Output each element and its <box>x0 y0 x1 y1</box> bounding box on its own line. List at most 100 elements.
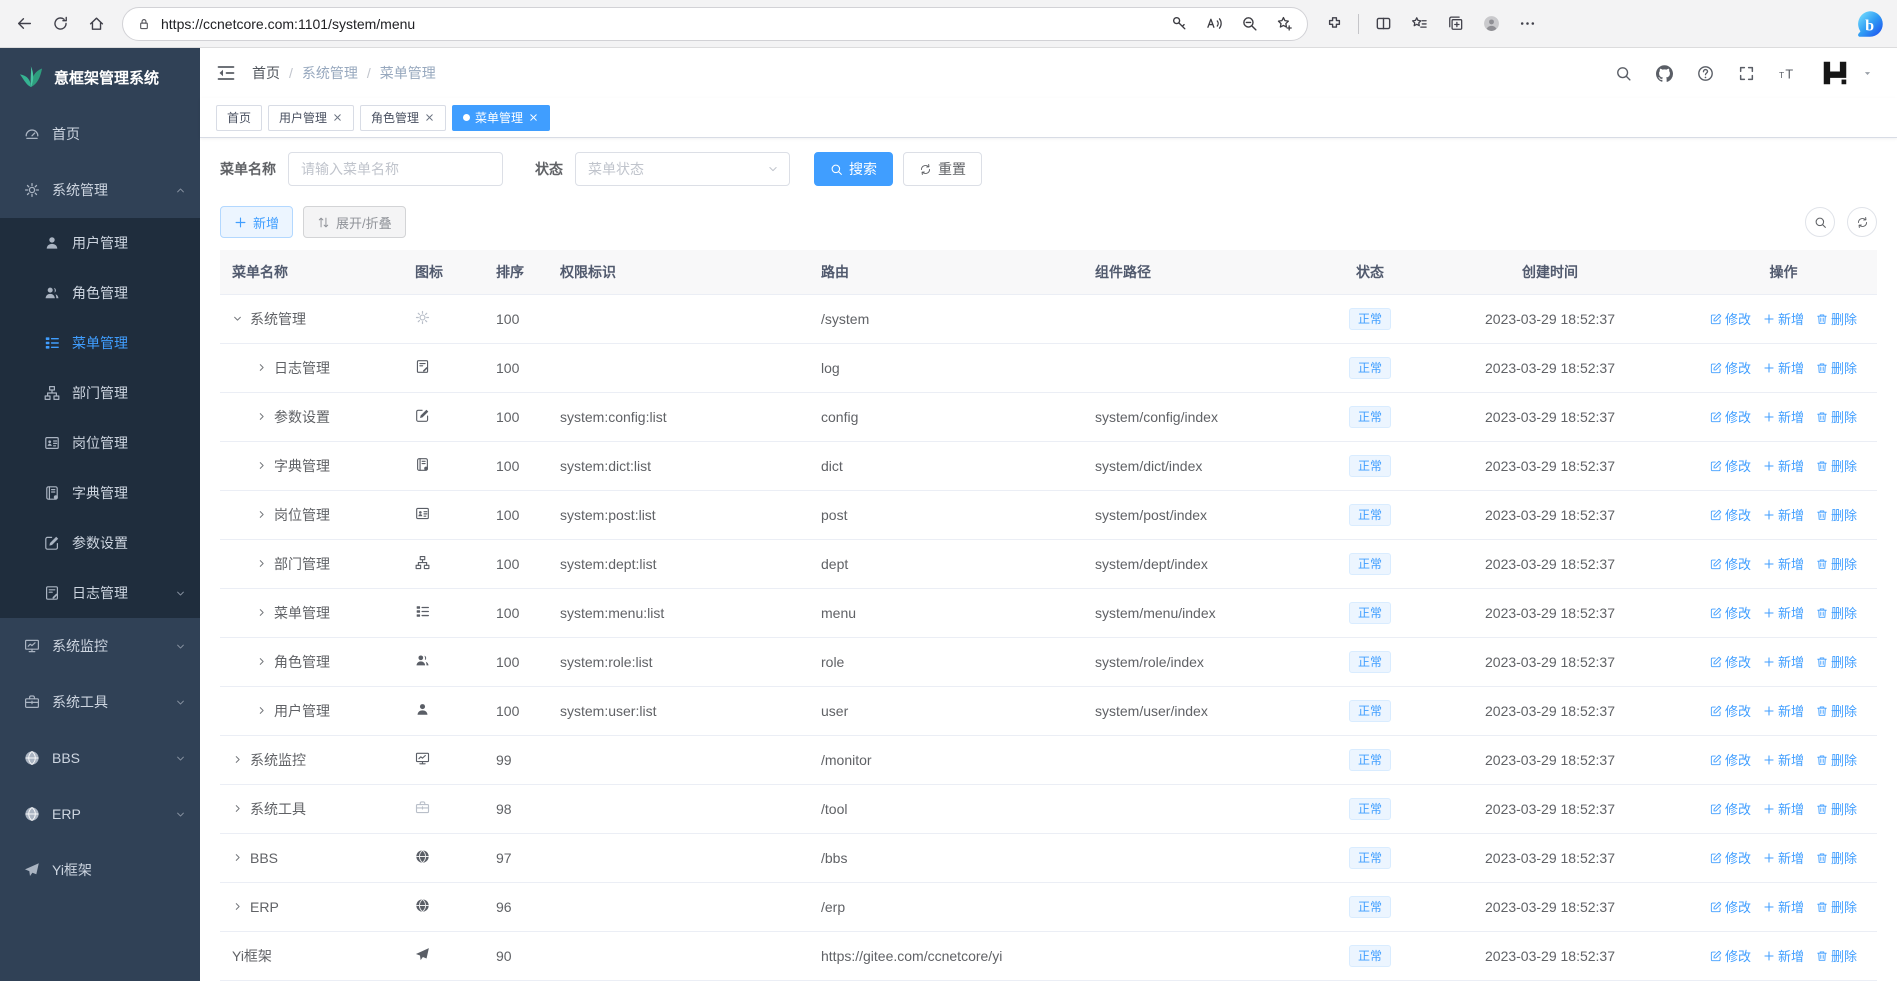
expand-arrow-right[interactable] <box>256 460 267 471</box>
row-delete-link[interactable]: 删除 <box>1816 652 1857 671</box>
row-edit-link[interactable]: 修改 <box>1710 848 1751 867</box>
row-edit-link[interactable]: 修改 <box>1710 897 1751 916</box>
reset-button[interactable]: 重置 <box>903 152 982 186</box>
expand-arrow-right[interactable] <box>232 901 243 912</box>
sidebar-item-bbs[interactable]: BBS <box>0 730 200 786</box>
row-delete-link[interactable]: 删除 <box>1816 897 1857 916</box>
tab-menu-admin[interactable]: 菜单管理 <box>452 104 551 131</box>
row-delete-link[interactable]: 删除 <box>1816 750 1857 769</box>
sidebar-item-post-admin[interactable]: 岗位管理 <box>0 418 200 468</box>
expand-collapse-arrow-down[interactable] <box>232 313 243 324</box>
row-add-link[interactable]: 新增 <box>1763 456 1804 475</box>
row-edit-link[interactable]: 修改 <box>1710 652 1751 671</box>
header-search-icon[interactable] <box>1615 65 1632 82</box>
expand-arrow-right[interactable] <box>256 411 267 422</box>
breadcrumb-item[interactable]: 首页 <box>252 63 280 83</box>
row-add-link[interactable]: 新增 <box>1763 407 1804 426</box>
row-edit-link[interactable]: 修改 <box>1710 505 1751 524</box>
row-add-link[interactable]: 新增 <box>1763 848 1804 867</box>
add-button[interactable]: 新增 <box>220 206 294 238</box>
refresh-table-button[interactable] <box>1847 207 1877 237</box>
row-add-link[interactable]: 新增 <box>1763 799 1804 818</box>
expand-arrow-right[interactable] <box>256 509 267 520</box>
row-add-link[interactable]: 新增 <box>1763 701 1804 720</box>
row-edit-link[interactable]: 修改 <box>1710 358 1751 377</box>
sidebar-item-monitor[interactable]: 系统监控 <box>0 618 200 674</box>
sidebar-item-dict-admin[interactable]: 字典管理 <box>0 468 200 518</box>
row-add-link[interactable]: 新增 <box>1763 554 1804 573</box>
browser-collections-button[interactable] <box>1437 6 1473 42</box>
row-edit-link[interactable]: 修改 <box>1710 799 1751 818</box>
browser-favorites-button[interactable] <box>1401 6 1437 42</box>
row-edit-link[interactable]: 修改 <box>1710 456 1751 475</box>
row-add-link[interactable]: 新增 <box>1763 946 1804 965</box>
row-delete-link[interactable]: 删除 <box>1816 799 1857 818</box>
browser-refresh-button[interactable] <box>42 6 78 42</box>
password-icon[interactable] <box>1171 15 1188 32</box>
expand-arrow-right[interactable] <box>256 558 267 569</box>
expand-arrow-right[interactable] <box>256 705 267 716</box>
sidebar-item-home[interactable]: 首页 <box>0 106 200 162</box>
expand-arrow-right[interactable] <box>256 362 267 373</box>
browser-home-button[interactable] <box>78 6 114 42</box>
status-select[interactable]: 菜单状态 <box>575 152 790 186</box>
tab-user-admin[interactable]: 用户管理 <box>268 104 355 131</box>
expand-arrow-right[interactable] <box>232 754 243 765</box>
row-edit-link[interactable]: 修改 <box>1710 407 1751 426</box>
row-edit-link[interactable]: 修改 <box>1710 750 1751 769</box>
row-delete-link[interactable]: 删除 <box>1816 701 1857 720</box>
row-delete-link[interactable]: 删除 <box>1816 505 1857 524</box>
row-add-link[interactable]: 新增 <box>1763 652 1804 671</box>
search-button[interactable]: 搜索 <box>814 152 893 186</box>
row-delete-link[interactable]: 删除 <box>1816 407 1857 426</box>
sidebar-item-user-admin[interactable]: 用户管理 <box>0 218 200 268</box>
browser-back-button[interactable] <box>6 6 42 42</box>
address-bar[interactable]: https://ccnetcore.com:1101/system/menu <box>122 6 1308 41</box>
browser-split-screen-button[interactable] <box>1365 6 1401 42</box>
add-favorite-icon[interactable] <box>1276 15 1293 32</box>
row-delete-link[interactable]: 删除 <box>1816 946 1857 965</box>
sidebar-item-dept-admin[interactable]: 部门管理 <box>0 368 200 418</box>
avatar-caret-down-icon[interactable] <box>1862 68 1873 79</box>
row-delete-link[interactable]: 删除 <box>1816 848 1857 867</box>
row-edit-link[interactable]: 修改 <box>1710 309 1751 328</box>
sidebar-item-tools[interactable]: 系统工具 <box>0 674 200 730</box>
browser-extensions-button[interactable] <box>1316 6 1352 42</box>
expand-arrow-right[interactable] <box>256 656 267 667</box>
github-icon[interactable] <box>1656 64 1673 82</box>
row-add-link[interactable]: 新增 <box>1763 750 1804 769</box>
sidebar-item-config-admin[interactable]: 参数设置 <box>0 518 200 568</box>
sidebar-item-log-admin[interactable]: 日志管理 <box>0 568 200 618</box>
expand-arrow-right[interactable] <box>232 803 243 814</box>
browser-profile-button[interactable] <box>1473 6 1509 42</box>
font-size-icon[interactable]: TT <box>1779 65 1796 82</box>
row-delete-link[interactable]: 删除 <box>1816 603 1857 622</box>
sidebar-item-role-admin[interactable]: 角色管理 <box>0 268 200 318</box>
row-edit-link[interactable]: 修改 <box>1710 701 1751 720</box>
tab-role-admin[interactable]: 角色管理 <box>360 104 447 131</box>
browser-settings-button[interactable] <box>1509 6 1545 42</box>
row-add-link[interactable]: 新增 <box>1763 897 1804 916</box>
row-add-link[interactable]: 新增 <box>1763 358 1804 377</box>
expand-collapse-button[interactable]: 展开/折叠 <box>303 206 406 238</box>
expand-arrow-right[interactable] <box>256 607 267 618</box>
user-avatar[interactable] <box>1820 58 1850 88</box>
bing-chat-icon[interactable]: b <box>1855 9 1885 39</box>
sidebar-item-menu-admin[interactable]: 菜单管理 <box>0 318 200 368</box>
row-delete-link[interactable]: 删除 <box>1816 456 1857 475</box>
app-logo[interactable]: 意框架管理系统 <box>0 48 200 106</box>
help-icon[interactable] <box>1697 65 1714 82</box>
tab-home[interactable]: 首页 <box>216 104 263 131</box>
menu-name-input[interactable] <box>288 152 503 186</box>
row-add-link[interactable]: 新增 <box>1763 603 1804 622</box>
row-edit-link[interactable]: 修改 <box>1710 554 1751 573</box>
row-add-link[interactable]: 新增 <box>1763 505 1804 524</box>
row-delete-link[interactable]: 删除 <box>1816 309 1857 328</box>
expand-arrow-right[interactable] <box>232 852 243 863</box>
row-edit-link[interactable]: 修改 <box>1710 603 1751 622</box>
row-edit-link[interactable]: 修改 <box>1710 946 1751 965</box>
sidebar-item-system-admin[interactable]: 系统管理 <box>0 162 200 218</box>
row-delete-link[interactable]: 删除 <box>1816 554 1857 573</box>
sidebar-item-yi-framework[interactable]: Yi框架 <box>0 842 200 898</box>
row-delete-link[interactable]: 删除 <box>1816 358 1857 377</box>
